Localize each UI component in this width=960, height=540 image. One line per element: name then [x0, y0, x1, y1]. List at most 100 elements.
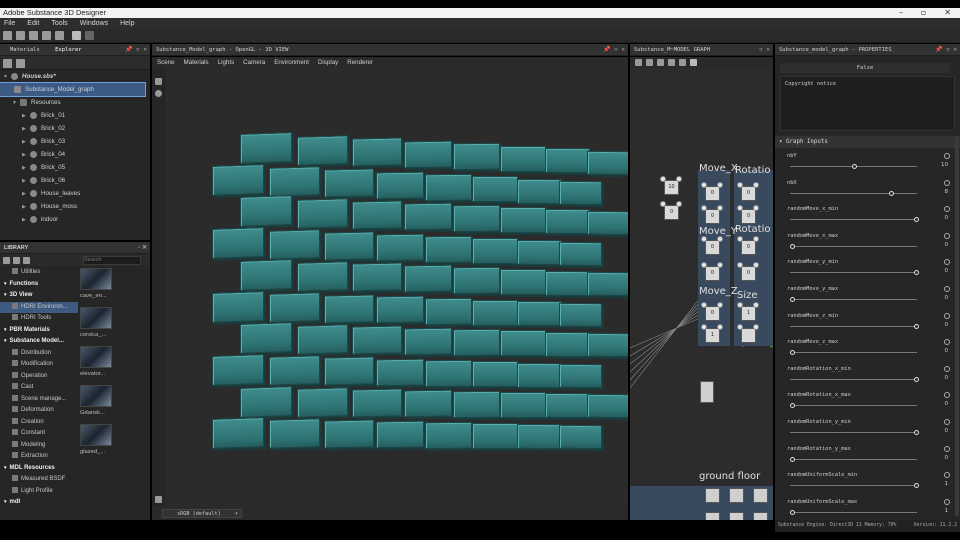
param-value[interactable]: 0	[945, 242, 949, 248]
graph-node[interactable]: 0	[705, 240, 720, 255]
menu-tools[interactable]: Tools	[51, 18, 67, 29]
graph-node[interactable]: 1	[705, 328, 720, 343]
colorspace-dropdown[interactable]: sRGB (default) ▾	[162, 509, 242, 518]
resource-item[interactable]: ▶ Brick_06	[0, 174, 150, 187]
library-category[interactable]: Constant	[0, 428, 78, 440]
viewport-menu-lights[interactable]: Lights	[218, 57, 235, 68]
resource-item[interactable]: ▶ House_moss	[0, 200, 150, 213]
library-search-input[interactable]	[83, 255, 141, 265]
param-slider[interactable]	[790, 376, 919, 382]
slider-knob[interactable]	[914, 323, 919, 329]
graph-node[interactable]: 0	[741, 209, 756, 224]
node-socket[interactable]	[676, 176, 682, 182]
reset-icon[interactable]	[944, 392, 950, 399]
resource-item[interactable]: ▶ Brick_02	[0, 122, 150, 135]
library-category[interactable]: Measured BSDF	[0, 474, 78, 486]
new-graph-icon[interactable]	[16, 31, 25, 40]
param-value[interactable]: 0	[945, 348, 949, 354]
graph-node[interactable]: 0	[741, 186, 756, 201]
layout-icon[interactable]	[690, 59, 697, 66]
node-socket[interactable]	[753, 236, 759, 242]
reset-icon[interactable]	[944, 365, 950, 372]
param-slider[interactable]	[790, 350, 917, 356]
viewport-menu-camera[interactable]: Camera	[243, 57, 265, 68]
param-value[interactable]: 0	[945, 428, 949, 434]
reset-icon[interactable]	[944, 498, 950, 505]
grid-icon[interactable]	[646, 59, 653, 66]
library-category[interactable]: ▾ MDL Resources	[0, 463, 78, 475]
graph-node[interactable]: 0	[741, 266, 756, 281]
graph-node[interactable]: 0	[705, 306, 720, 321]
resource-item[interactable]: ▶ Brick_01	[0, 109, 150, 122]
graph-node[interactable]: 10	[664, 180, 679, 195]
node-socket[interactable]	[701, 182, 707, 188]
library-thumbnail[interactable]: corsica_...	[80, 307, 146, 338]
param-slider[interactable]	[790, 323, 919, 329]
frame-all-icon[interactable]	[635, 59, 642, 66]
param-slider[interactable]	[790, 164, 917, 169]
explorer-new-icon[interactable]	[3, 59, 12, 68]
reset-icon[interactable]	[944, 232, 950, 239]
param-slider[interactable]	[790, 430, 919, 435]
node-socket[interactable]	[717, 205, 723, 211]
resource-item[interactable]: ▶ Brick_04	[0, 148, 150, 161]
reset-icon[interactable]	[944, 153, 950, 159]
param-value[interactable]: 0	[945, 215, 949, 221]
node-socket[interactable]	[660, 201, 666, 207]
slider-knob[interactable]	[790, 297, 795, 302]
slider-knob[interactable]	[914, 483, 919, 489]
resource-item[interactable]: ▶ indoor	[0, 213, 150, 226]
node-socket[interactable]	[737, 205, 743, 211]
slider-knob[interactable]	[790, 403, 795, 409]
link-icon[interactable]	[679, 59, 686, 66]
viewport-menu-environment[interactable]: Environment	[274, 57, 309, 68]
ground-floor-node[interactable]	[705, 512, 720, 520]
library-category[interactable]: ▾ PBR Materials	[0, 325, 78, 337]
screenshot-icon[interactable]	[155, 496, 162, 503]
graph-node[interactable]: 1	[741, 306, 756, 321]
chevron-right-icon[interactable]: ▶	[22, 214, 30, 227]
slider-knob[interactable]	[914, 270, 919, 276]
graph-node[interactable]: 0	[705, 209, 720, 224]
graph-row[interactable]: Substance_Model_graph	[0, 82, 146, 97]
library-thumbnail[interactable]: cave_en...	[80, 268, 146, 299]
camera-icon[interactable]	[155, 78, 162, 85]
node-socket[interactable]	[676, 201, 682, 207]
reset-icon[interactable]	[944, 419, 950, 425]
node-socket[interactable]	[753, 182, 759, 188]
package-row[interactable]: ▼ House.sbs*	[0, 70, 150, 83]
library-category[interactable]: ▾ 3D View	[0, 290, 78, 302]
param-slider[interactable]	[790, 483, 919, 489]
param-slider[interactable]	[790, 270, 919, 276]
ground-floor-node[interactable]	[753, 488, 768, 503]
reset-icon[interactable]	[944, 339, 950, 346]
new-package-icon[interactable]	[3, 31, 12, 40]
graph-node[interactable]: 0	[705, 186, 720, 201]
library-category[interactable]: ▾ mdl	[0, 497, 78, 509]
param-slider[interactable]	[790, 217, 919, 223]
param-slider[interactable]	[790, 403, 917, 409]
node-socket[interactable]	[753, 205, 759, 211]
reset-icon[interactable]	[944, 445, 950, 452]
param-value[interactable]: 8	[945, 189, 949, 195]
node-socket[interactable]	[717, 302, 723, 308]
node-socket[interactable]	[737, 302, 743, 308]
slider-knob[interactable]	[889, 190, 895, 196]
param-value[interactable]: 0	[945, 455, 949, 461]
library-category[interactable]: Light Profile	[0, 486, 78, 498]
library-category[interactable]: Scene manage...	[0, 394, 78, 406]
ground-floor-node[interactable]	[729, 488, 744, 503]
library-category[interactable]: Cast	[0, 382, 78, 394]
library-filter-icon[interactable]	[3, 256, 10, 264]
close-icon[interactable]: ✕	[944, 8, 951, 18]
library-close-icon[interactable]: ▫ ✕	[138, 242, 147, 253]
library-category[interactable]: Deformation	[0, 405, 78, 417]
slider-knob[interactable]	[914, 376, 919, 382]
param-value[interactable]: 0	[945, 295, 949, 301]
node-socket[interactable]	[701, 324, 707, 330]
slider-knob[interactable]	[914, 217, 919, 223]
library-category[interactable]: HDRI Tools	[0, 313, 78, 325]
node-socket[interactable]	[737, 182, 743, 188]
ground-floor-node[interactable]	[705, 488, 720, 503]
node-socket[interactable]	[717, 262, 723, 268]
